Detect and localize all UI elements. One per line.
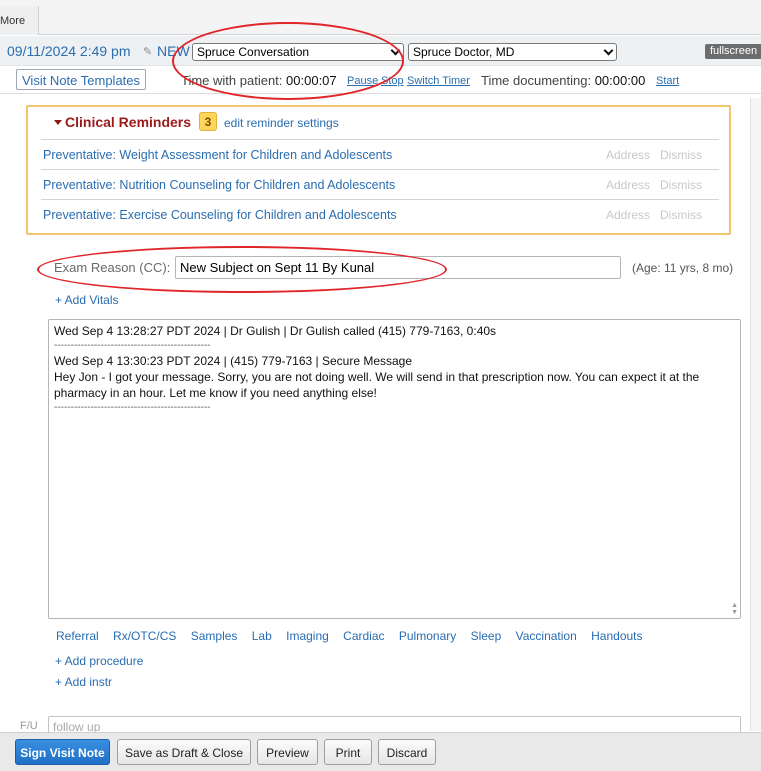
order-link-cardiac[interactable]: Cardiac bbox=[343, 629, 384, 643]
exam-reason-label: Exam Reason (CC): bbox=[54, 260, 171, 275]
stop-timer-link[interactable]: Stop bbox=[381, 75, 404, 87]
reminder-dismiss-link[interactable]: Dismiss bbox=[660, 148, 702, 162]
save-draft-close-button[interactable]: Save as Draft & Close bbox=[117, 739, 251, 765]
add-procedure-link[interactable]: + Add procedure bbox=[55, 654, 143, 668]
reminder-item-label[interactable]: Preventative: Nutrition Counseling for C… bbox=[43, 178, 395, 192]
reminders-count-badge: 3 bbox=[199, 112, 217, 131]
visit-status: NEW bbox=[157, 43, 190, 59]
add-vitals-link[interactable]: + Add Vitals bbox=[55, 293, 119, 307]
visit-header: 09/11/2024 2:49 pm ✎ NEW Spruce Conversa… bbox=[0, 36, 761, 66]
order-link-vaccination[interactable]: Vaccination bbox=[516, 629, 577, 643]
collapse-triangle-icon[interactable] bbox=[54, 120, 62, 125]
note-separator: ----------------------------------------… bbox=[54, 340, 211, 351]
page-scrollbar[interactable] bbox=[750, 98, 761, 731]
resize-handle-icon[interactable]: ▲ ▼ bbox=[731, 602, 738, 616]
order-link-referral[interactable]: Referral bbox=[56, 629, 99, 643]
visit-datetime[interactable]: 09/11/2024 2:49 pm bbox=[7, 43, 131, 59]
time-documenting-value: 00:00:00 bbox=[594, 73, 646, 88]
sign-visit-note-button[interactable]: Sign Visit Note bbox=[15, 739, 110, 765]
visit-notes-textarea[interactable]: Wed Sep 4 13:28:27 PDT 2024 | Dr Gulish … bbox=[48, 319, 741, 619]
edit-reminder-settings-link[interactable]: edit reminder settings bbox=[224, 116, 339, 130]
time-documenting-label: Time documenting: bbox=[481, 73, 592, 88]
note-line: Wed Sep 4 13:30:23 PDT 2024 | (415) 779-… bbox=[54, 354, 413, 368]
time-with-patient-value: 00:00:07 bbox=[286, 73, 337, 88]
order-links: Referral Rx/OTC/CS Samples Lab Imaging C… bbox=[56, 629, 654, 643]
reminder-address-link[interactable]: Address bbox=[606, 208, 650, 222]
more-label: More bbox=[0, 15, 26, 27]
order-link-sleep[interactable]: Sleep bbox=[471, 629, 502, 643]
visit-note-templates-button[interactable]: Visit Note Templates bbox=[16, 69, 147, 90]
order-link-lab[interactable]: Lab bbox=[252, 629, 272, 643]
note-separator: ----------------------------------------… bbox=[54, 402, 211, 413]
switch-timer-link[interactable]: Switch Timer bbox=[407, 75, 470, 87]
order-link-pulmonary[interactable]: Pulmonary bbox=[399, 629, 456, 643]
provider-select[interactable]: Spruce Doctor, MD bbox=[408, 43, 617, 61]
start-timer-link[interactable]: Start bbox=[656, 75, 679, 87]
time-with-patient: Time with patient: 00:00:07 bbox=[181, 73, 337, 88]
add-instr-link[interactable]: + Add instr bbox=[55, 675, 112, 689]
conversation-select[interactable]: Spruce Conversation bbox=[192, 43, 404, 61]
follow-up-label: F/U bbox=[20, 720, 38, 732]
chevron-down-icon bbox=[390, 45, 401, 56]
chevron-down-icon bbox=[603, 45, 614, 56]
reminder-dismiss-link[interactable]: Dismiss bbox=[660, 178, 702, 192]
preview-button[interactable]: Preview bbox=[257, 739, 318, 765]
reminder-address-link[interactable]: Address bbox=[606, 178, 650, 192]
reminder-row: Preventative: Nutrition Counseling for C… bbox=[41, 169, 719, 199]
more-tab[interactable]: More bbox=[0, 6, 39, 35]
clinical-reminders-title[interactable]: Clinical Reminders bbox=[65, 114, 191, 130]
order-link-rx[interactable]: Rx/OTC/CS bbox=[113, 629, 176, 643]
reminder-dismiss-link[interactable]: Dismiss bbox=[660, 208, 702, 222]
note-line: Wed Sep 4 13:28:27 PDT 2024 | Dr Gulish … bbox=[54, 324, 497, 338]
order-link-imaging[interactable]: Imaging bbox=[286, 629, 329, 643]
reminder-row: Preventative: Weight Assessment for Chil… bbox=[41, 139, 719, 169]
top-strip: More bbox=[0, 0, 761, 35]
pencil-icon[interactable]: ✎ bbox=[143, 45, 152, 58]
fullscreen-button[interactable]: fullscreen bbox=[705, 44, 761, 59]
print-button[interactable]: Print bbox=[324, 739, 372, 765]
provider-select-value: Spruce Doctor, MD bbox=[413, 45, 515, 59]
clinical-reminders-panel: Clinical Reminders 3 edit reminder setti… bbox=[26, 105, 731, 235]
exam-reason-input[interactable]: New Subject on Sept 11 By Kunal bbox=[175, 256, 621, 279]
time-with-patient-label: Time with patient: bbox=[181, 73, 283, 88]
reminder-address-link[interactable]: Address bbox=[606, 148, 650, 162]
patient-age: (Age: 11 yrs, 8 mo) bbox=[632, 261, 734, 275]
order-link-samples[interactable]: Samples bbox=[191, 629, 238, 643]
reminder-item-label[interactable]: Preventative: Exercise Counseling for Ch… bbox=[43, 208, 397, 222]
action-bar: Sign Visit Note Save as Draft & Close Pr… bbox=[0, 732, 761, 771]
discard-button[interactable]: Discard bbox=[378, 739, 436, 765]
conversation-select-value: Spruce Conversation bbox=[197, 45, 310, 59]
pause-timer-link[interactable]: Pause bbox=[347, 75, 378, 87]
reminder-row: Preventative: Exercise Counseling for Ch… bbox=[41, 199, 719, 229]
reminder-item-label[interactable]: Preventative: Weight Assessment for Chil… bbox=[43, 148, 392, 162]
order-link-handouts[interactable]: Handouts bbox=[591, 629, 642, 643]
note-message: Hey Jon - I got your message. Sorry, you… bbox=[54, 370, 700, 400]
time-documenting: Time documenting: 00:00:00 bbox=[481, 73, 645, 88]
timer-row: Visit Note Templates Time with patient: … bbox=[0, 67, 761, 94]
